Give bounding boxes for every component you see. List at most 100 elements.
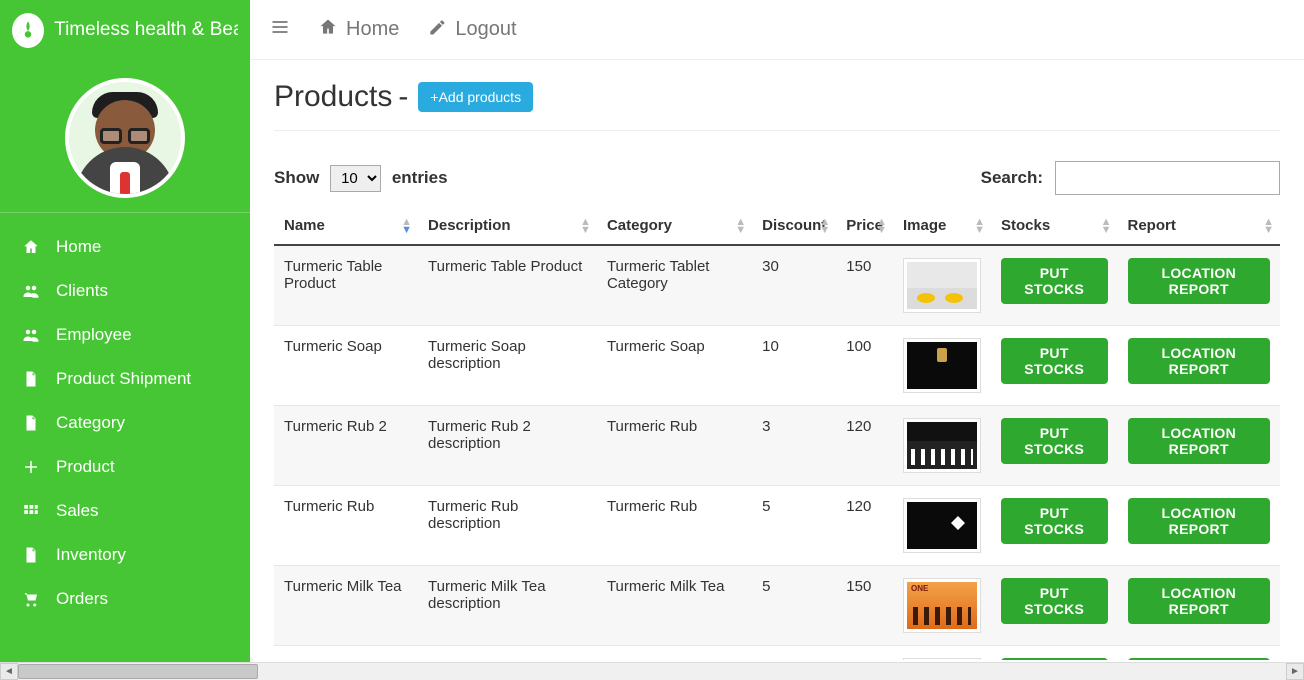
page-title-dash: -: [398, 80, 408, 114]
col-category[interactable]: Category▲▼: [597, 207, 752, 245]
avatar-container: [0, 60, 250, 213]
col-report[interactable]: Report▲▼: [1118, 207, 1281, 245]
cell-stocks: PUT STOCKS: [991, 486, 1118, 566]
cell-category: Turmeric Rub: [597, 486, 752, 566]
col-image[interactable]: Image▲▼: [893, 207, 991, 245]
table-row: Turmeric Milk TeaTurmeric Milk Tea descr…: [274, 566, 1280, 646]
file-icon: [20, 546, 42, 564]
cell-description: Turmeric Table Product: [418, 245, 597, 326]
table-row: Turmeric Table ProductTurmeric Table Pro…: [274, 245, 1280, 326]
cell-discount: 10: [752, 326, 836, 406]
sidebar-item-product[interactable]: Product: [0, 445, 250, 489]
cell-price: 150: [836, 245, 893, 326]
add-products-button[interactable]: +Add products: [418, 82, 533, 112]
sidebar-scroll[interactable]: Home Clients Employee Product Shipment C…: [0, 60, 250, 680]
home-icon: [20, 238, 42, 256]
product-thumbnail[interactable]: [903, 578, 981, 633]
scroll-thumb[interactable]: [18, 664, 258, 679]
cell-price: 100: [836, 646, 893, 661]
scroll-left-arrow-icon[interactable]: ◄: [0, 663, 18, 680]
page-length-select[interactable]: 10: [330, 165, 381, 192]
cell-image: [893, 486, 991, 566]
sidebar-item-employee[interactable]: Employee: [0, 313, 250, 357]
location-report-button[interactable]: LOCATION REPORT: [1128, 338, 1271, 384]
sidebar-item-orders[interactable]: Orders: [0, 577, 250, 621]
file-icon: [20, 370, 42, 388]
topbar-home-link[interactable]: Home: [318, 17, 399, 43]
topbar: Home Logout: [250, 0, 1304, 60]
scroll-right-arrow-icon[interactable]: ►: [1286, 663, 1304, 680]
cell-report: LOCATION REPORT: [1118, 646, 1281, 661]
show-label-post: entries: [392, 168, 448, 187]
sidebar-item-category[interactable]: Category: [0, 401, 250, 445]
put-stocks-button[interactable]: PUT STOCKS: [1001, 418, 1108, 464]
main-content[interactable]: Products - +Add products Show 10 entries…: [250, 60, 1304, 660]
brand-bar: Timeless health & Beau: [0, 0, 250, 60]
put-stocks-button[interactable]: PUT STOCKS: [1001, 498, 1108, 544]
product-thumbnail[interactable]: [903, 658, 981, 660]
col-description[interactable]: Description▲▼: [418, 207, 597, 245]
grid-icon: [20, 502, 42, 520]
sidebar-item-label: Product: [56, 457, 115, 477]
topbar-logout-label: Logout: [455, 18, 516, 41]
location-report-button[interactable]: LOCATION REPORT: [1128, 498, 1271, 544]
location-report-button[interactable]: LOCATION REPORT: [1128, 258, 1271, 304]
horizontal-scrollbar[interactable]: ◄ ►: [0, 662, 1304, 680]
put-stocks-button[interactable]: PUT STOCKS: [1001, 578, 1108, 624]
sidebar-item-inventory[interactable]: Inventory: [0, 533, 250, 577]
sidebar-item-sales[interactable]: Sales: [0, 489, 250, 533]
sidebar-item-label: Clients: [56, 281, 108, 301]
put-stocks-button[interactable]: PUT STOCKS: [1001, 658, 1108, 660]
location-report-button[interactable]: LOCATION REPORT: [1128, 578, 1271, 624]
sidebar-item-clients[interactable]: Clients: [0, 269, 250, 313]
search-label: Search:: [981, 168, 1043, 188]
users-icon: [20, 282, 42, 300]
page-title: Products: [274, 80, 392, 114]
table-row: Turmeric JuiceTurmeric JuiceTurmeric Jui…: [274, 646, 1280, 661]
sidebar-item-home[interactable]: Home: [0, 225, 250, 269]
cell-stocks: PUT STOCKS: [991, 245, 1118, 326]
show-label-pre: Show: [274, 168, 319, 187]
table-row: Turmeric Rub 2Turmeric Rub 2 description…: [274, 406, 1280, 486]
sidebar-item-label: Home: [56, 237, 101, 257]
cell-category: Turmeric Soap: [597, 326, 752, 406]
home-icon: [318, 17, 338, 43]
cell-image: [893, 326, 991, 406]
cell-report: LOCATION REPORT: [1118, 326, 1281, 406]
location-report-button[interactable]: LOCATION REPORT: [1128, 418, 1271, 464]
product-thumbnail[interactable]: [903, 338, 981, 393]
cell-description: Turmeric Rub 2 description: [418, 406, 597, 486]
cell-report: LOCATION REPORT: [1118, 566, 1281, 646]
menu-toggle-icon[interactable]: [270, 17, 290, 43]
page-header: Products - +Add products: [274, 80, 1280, 131]
put-stocks-button[interactable]: PUT STOCKS: [1001, 258, 1108, 304]
location-report-button[interactable]: LOCATION REPORT: [1128, 658, 1271, 660]
brand-name: Timeless health & Beau: [54, 19, 238, 41]
col-discount[interactable]: Discount▲▼: [752, 207, 836, 245]
col-stocks[interactable]: Stocks▲▼: [991, 207, 1118, 245]
avatar[interactable]: [65, 78, 185, 198]
product-thumbnail[interactable]: [903, 418, 981, 473]
put-stocks-button[interactable]: PUT STOCKS: [1001, 338, 1108, 384]
cell-category: Turmeric Juice: [597, 646, 752, 661]
plus-icon: [20, 458, 42, 476]
sidebar-item-label: Inventory: [56, 545, 126, 565]
brand-logo[interactable]: [12, 13, 44, 48]
search-input[interactable]: [1055, 161, 1280, 195]
sidebar-nav: Home Clients Employee Product Shipment C…: [0, 219, 250, 641]
cell-name: Turmeric Table Product: [274, 245, 418, 326]
product-thumbnail[interactable]: [903, 498, 981, 553]
topbar-logout-link[interactable]: Logout: [427, 17, 516, 43]
cell-description: Turmeric Soap description: [418, 326, 597, 406]
sidebar-item-product-shipment[interactable]: Product Shipment: [0, 357, 250, 401]
edit-icon: [427, 17, 447, 43]
cell-discount: 30: [752, 245, 836, 326]
cell-description: Turmeric Milk Tea description: [418, 566, 597, 646]
cell-stocks: PUT STOCKS: [991, 406, 1118, 486]
col-price[interactable]: Price▲▼: [836, 207, 893, 245]
product-thumbnail[interactable]: [903, 258, 981, 313]
cell-discount: 5: [752, 566, 836, 646]
cell-description: Turmeric Juice: [418, 646, 597, 661]
col-name[interactable]: Name▲▼: [274, 207, 418, 245]
cell-stocks: PUT STOCKS: [991, 646, 1118, 661]
